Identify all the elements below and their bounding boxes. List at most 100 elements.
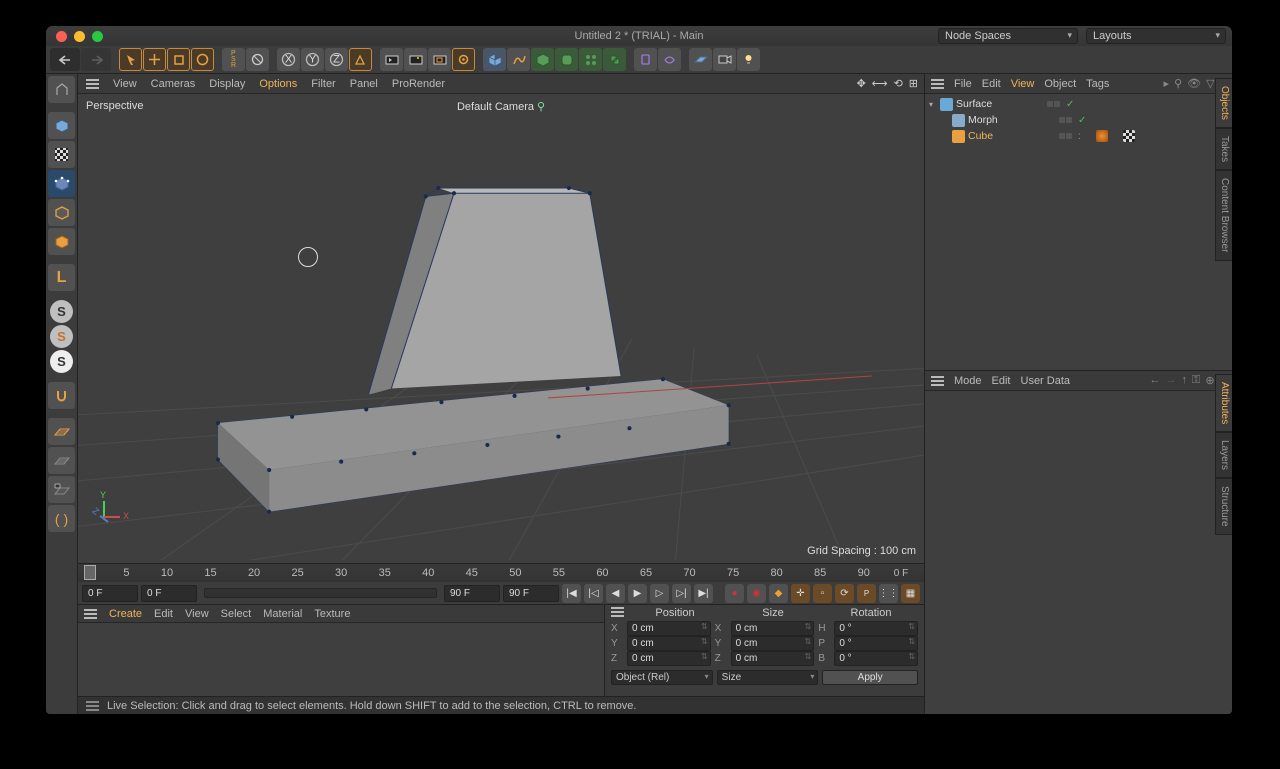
mat-menu-view[interactable]: View — [185, 608, 209, 620]
vp-pan-icon[interactable]: ✥ — [857, 77, 866, 90]
timeline-ruler[interactable]: 051015202530354045505560657075808590 0 F — [78, 564, 924, 582]
goto-end-button[interactable]: ▶| — [694, 584, 713, 603]
cube-primitive[interactable] — [483, 48, 506, 71]
snap-toggle[interactable] — [48, 382, 75, 409]
viewport-3d[interactable]: Perspective Default Camera⚲ Grid Spacing… — [78, 94, 924, 563]
coord-menu-icon[interactable] — [611, 607, 624, 619]
undo-button[interactable] — [50, 48, 80, 71]
record-button[interactable]: ● — [725, 584, 744, 603]
object-row[interactable]: ▾ Surface ✓ — [927, 96, 1230, 112]
array[interactable] — [579, 48, 602, 71]
sidetab-takes[interactable]: Takes — [1215, 128, 1232, 170]
obj-eye-icon[interactable]: 👁 — [1187, 77, 1201, 90]
object-name-label[interactable]: Surface — [956, 98, 1042, 110]
bend-deformer[interactable] — [634, 48, 657, 71]
object-row[interactable]: Morph ✓ — [927, 112, 1230, 128]
texture-mode[interactable] — [48, 141, 75, 168]
obj-search-icon[interactable]: ⚲ — [1174, 77, 1182, 90]
attr-menu-mode[interactable]: Mode — [954, 375, 982, 387]
obj-menu-tags[interactable]: Tags — [1086, 78, 1109, 90]
attr-menu-icon[interactable] — [931, 376, 944, 386]
object-row[interactable]: Cube : — [927, 128, 1230, 144]
timeline-range-bar[interactable] — [204, 588, 437, 598]
scale-tool[interactable] — [167, 48, 190, 71]
object-tree[interactable]: ▾ Surface ✓ Morph ✓ Cube : — [925, 94, 1232, 370]
redo-button[interactable] — [81, 48, 111, 71]
key-rot[interactable]: ⟳ — [835, 584, 854, 603]
render-region[interactable] — [428, 48, 451, 71]
vp-toggle-icon[interactable]: ⊞ — [909, 77, 918, 90]
obj-menu-object[interactable]: Object — [1044, 78, 1076, 90]
coord-size-input[interactable]: 0 cm — [731, 621, 815, 636]
coord-system[interactable] — [349, 48, 372, 71]
render-settings[interactable] — [452, 48, 475, 71]
vp-menu-filter[interactable]: Filter — [311, 78, 335, 90]
end-frame-input[interactable] — [503, 585, 559, 602]
mat-menu-create[interactable]: Create — [109, 608, 142, 620]
viewport-solo-hier[interactable]: S — [50, 350, 73, 373]
camera[interactable] — [713, 48, 736, 71]
instance[interactable] — [603, 48, 626, 71]
vp-menu-cameras[interactable]: Cameras — [151, 78, 196, 90]
start-frame-input[interactable] — [82, 585, 138, 602]
mat-menu-select[interactable]: Select — [221, 608, 252, 620]
next-frame-button[interactable]: ▷ — [650, 584, 669, 603]
render-view[interactable] — [380, 48, 403, 71]
expand-icon[interactable]: ▾ — [929, 100, 937, 109]
make-editable[interactable] — [48, 76, 75, 103]
sidetab-content-browser[interactable]: Content Browser — [1215, 170, 1232, 260]
visibility-dots[interactable] — [1059, 133, 1072, 139]
workplane-locked[interactable] — [48, 476, 75, 503]
vp-zoom-icon[interactable]: ⟷ — [872, 77, 888, 90]
edge-mode[interactable] — [48, 199, 75, 226]
live-selection-tool[interactable] — [119, 48, 142, 71]
key-pla[interactable]: ⋮⋮ — [879, 584, 898, 603]
x-axis-lock[interactable]: X — [277, 48, 300, 71]
material-list-area[interactable] — [78, 623, 604, 696]
psr-tool[interactable]: PSR — [222, 48, 245, 71]
viewport-solo-single[interactable]: S — [50, 325, 73, 348]
attr-new-icon[interactable]: ⊕ — [1205, 374, 1214, 387]
coord-size-input[interactable]: 0 cm — [731, 651, 815, 666]
coord-apply-button[interactable]: Apply — [822, 670, 918, 685]
obj-menu-view[interactable]: View — [1011, 78, 1035, 90]
vp-menu-prorender[interactable]: ProRender — [392, 78, 445, 90]
last-tool[interactable] — [246, 48, 269, 71]
key-pos[interactable]: ✛ — [791, 584, 810, 603]
generator[interactable] — [531, 48, 554, 71]
sidetab-layers[interactable]: Layers — [1215, 432, 1232, 478]
coord-rot-input[interactable]: 0 ° — [834, 636, 918, 651]
vp-menu-panel[interactable]: Panel — [350, 78, 378, 90]
obj-menu-file[interactable]: File — [954, 78, 972, 90]
workplane-reset[interactable]: ( ) — [48, 505, 75, 532]
enable-check-icon[interactable]: ✓ — [1066, 99, 1074, 110]
subdivision-surface[interactable] — [555, 48, 578, 71]
workplane-1[interactable] — [48, 418, 75, 445]
play-button[interactable]: ▶ — [628, 584, 647, 603]
node-spaces-dropdown[interactable]: Node Spaces — [938, 28, 1078, 44]
autokey-button[interactable]: ◉ — [747, 584, 766, 603]
keyframe-selection[interactable]: ◆ — [769, 584, 788, 603]
coord-rot-input[interactable]: 0 ° — [834, 651, 918, 666]
attr-menu-userdata[interactable]: User Data — [1021, 375, 1071, 387]
key-scale[interactable]: ▫ — [813, 584, 832, 603]
prev-key-button[interactable]: |◁ — [584, 584, 603, 603]
vp-menu-view[interactable]: View — [113, 78, 137, 90]
mat-menu-texture[interactable]: Texture — [314, 608, 350, 620]
object-tag[interactable] — [1123, 130, 1135, 142]
attr-up-icon[interactable]: ↑ — [1181, 374, 1187, 387]
z-axis-lock[interactable]: Z — [325, 48, 348, 71]
sidetab-structure[interactable]: Structure — [1215, 478, 1232, 535]
spline-primitive[interactable] — [507, 48, 530, 71]
goto-start-button[interactable]: |◀ — [562, 584, 581, 603]
status-menu-icon[interactable] — [86, 701, 99, 711]
coord-rot-input[interactable]: 0 ° — [834, 621, 918, 636]
axis-mode[interactable]: L — [48, 264, 75, 291]
material-menu-icon[interactable] — [84, 609, 97, 619]
enable-check-icon[interactable]: ✓ — [1078, 115, 1086, 126]
enable-check-icon[interactable]: : — [1078, 131, 1081, 142]
coord-pos-input[interactable]: 0 cm — [627, 651, 711, 666]
coord-size-select[interactable]: Size — [717, 670, 819, 685]
visibility-dots[interactable] — [1047, 101, 1060, 107]
y-axis-lock[interactable]: Y — [301, 48, 324, 71]
